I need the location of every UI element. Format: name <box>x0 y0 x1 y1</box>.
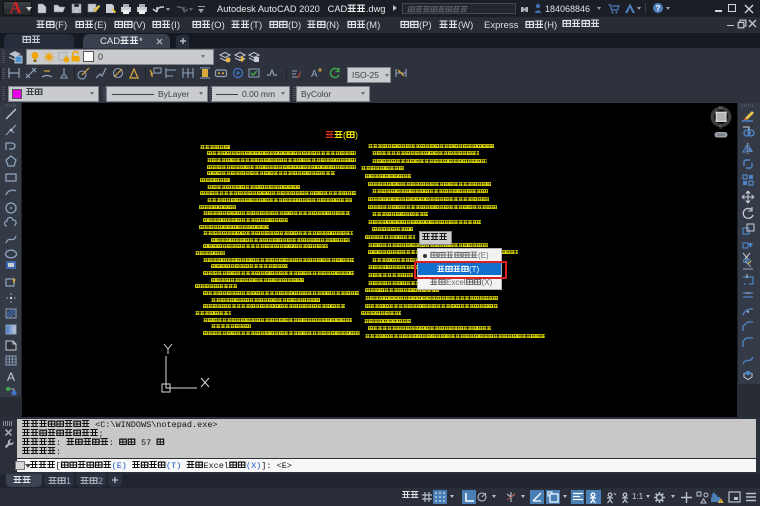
svg-text:!: ! <box>720 498 721 503</box>
svg-text:A: A <box>311 69 318 80</box>
svg-text:S: S <box>719 125 722 130</box>
svg-text:A: A <box>7 370 15 383</box>
svg-text:N: N <box>719 105 722 110</box>
